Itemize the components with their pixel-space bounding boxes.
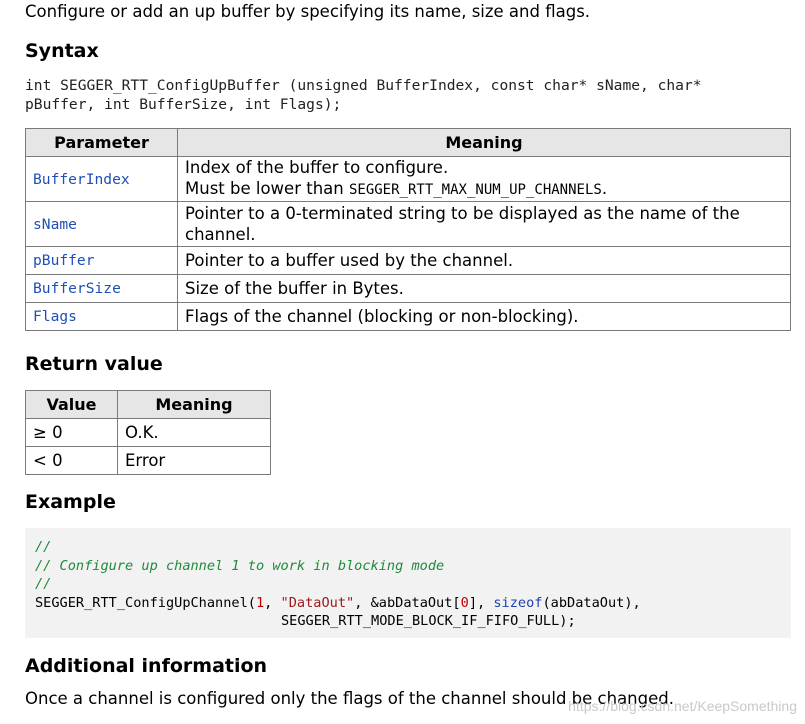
code-keyword: sizeof (493, 594, 543, 611)
example-code-block: // // Configure up channel 1 to work in … (25, 528, 791, 638)
syntax-line-2: pBuffer, int BufferSize, int Flags); (25, 96, 342, 113)
param-meaning: Index of the buffer to configure. Must b… (177, 156, 791, 202)
constant-name: SEGGER_RTT_MAX_NUM_UP_CHANNELS (348, 182, 602, 198)
code-comment: // Configure up channel 1 to work in blo… (35, 557, 445, 574)
code-punct: , &abDataOut[ (354, 594, 461, 611)
column-header-meaning: Meaning (177, 128, 791, 157)
code-punct: ], (468, 594, 494, 611)
table-row: BufferSize Size of the buffer in Bytes. (25, 274, 791, 303)
param-meaning: Pointer to a 0-terminated string to be d… (177, 201, 791, 247)
return-meaning: O.K. (117, 418, 271, 447)
heading-example: Example (25, 491, 116, 513)
table-header-row: Parameter Meaning (25, 128, 791, 157)
table-row: < 0 Error (25, 446, 271, 475)
code-call-continuation: SEGGER_RTT_MODE_BLOCK_IF_FIFO_FULL); (281, 613, 576, 629)
table-row: BufferIndex Index of the buffer to confi… (25, 156, 791, 202)
param-meaning: Flags of the channel (blocking or non-bl… (177, 302, 791, 331)
heading-additional-information: Additional information (25, 655, 268, 677)
code-comment: // (35, 539, 52, 555)
code-punct: (abDataOut), (542, 594, 641, 611)
syntax-line-1: int SEGGER_RTT_ConfigUpBuffer (unsigned … (25, 77, 702, 94)
table-row: pBuffer Pointer to a buffer used by the … (25, 246, 791, 275)
meaning-line: Index of the buffer to configure. (185, 158, 449, 177)
param-name-bufferindex[interactable]: BufferIndex (25, 156, 178, 202)
watermark-text: https://blog.csdn.net/KeepSomething (568, 698, 797, 714)
param-name-pbuffer[interactable]: pBuffer (25, 246, 178, 275)
return-meaning: Error (117, 446, 271, 475)
heading-syntax: Syntax (25, 40, 99, 62)
column-header-value: Value (25, 390, 118, 419)
return-value-table: Value Meaning ≥ 0 O.K. < 0 Error (25, 390, 271, 475)
column-header-parameter: Parameter (25, 128, 178, 157)
column-header-meaning: Meaning (117, 390, 271, 419)
param-meaning: Pointer to a buffer used by the channel. (177, 246, 791, 275)
param-name-sname[interactable]: sName (25, 201, 178, 247)
code-call-line: SEGGER_RTT_ConfigUpChannel(1, "DataOut",… (35, 594, 791, 613)
param-name-flags[interactable]: Flags (25, 302, 178, 331)
return-value: ≥ 0 (25, 418, 118, 447)
intro-text: Configure or add an up buffer by specify… (25, 2, 591, 21)
code-comment: // (35, 576, 52, 592)
table-row: Flags Flags of the channel (blocking or … (25, 302, 791, 331)
meaning-line: Must be lower than (185, 179, 349, 198)
param-meaning: Size of the buffer in Bytes. (177, 274, 791, 303)
table-row: ≥ 0 O.K. (25, 418, 271, 447)
parameters-table: Parameter Meaning BufferIndex Index of t… (25, 128, 791, 331)
meaning-punct: . (601, 179, 608, 198)
syntax-signature: int SEGGER_RTT_ConfigUpBuffer (unsigned … (25, 76, 795, 114)
param-name-buffersize[interactable]: BufferSize (25, 274, 178, 303)
code-function: SEGGER_RTT_ConfigUpChannel( (35, 594, 256, 611)
return-value: < 0 (25, 446, 118, 475)
code-number: 1 (255, 594, 265, 611)
table-header-row: Value Meaning (25, 390, 271, 419)
code-string: "DataOut" (280, 594, 355, 611)
table-row: sName Pointer to a 0-terminated string t… (25, 201, 791, 247)
heading-return-value: Return value (25, 353, 163, 375)
code-number: 0 (460, 594, 469, 611)
code-punct: , (264, 594, 281, 611)
